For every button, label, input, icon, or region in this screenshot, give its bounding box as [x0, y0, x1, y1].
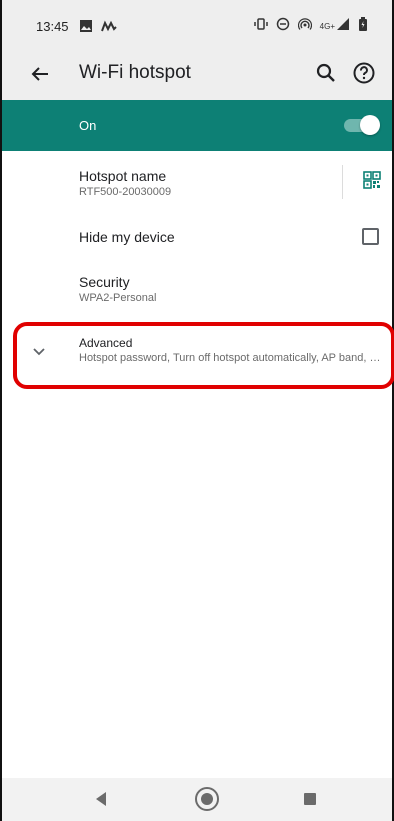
nav-back-icon[interactable]: [94, 791, 108, 807]
status-bar: 13:45 4G+: [2, 0, 392, 48]
help-icon[interactable]: [352, 61, 376, 85]
security-value: WPA2-Personal: [79, 292, 157, 304]
advanced-title: Advanced: [79, 336, 133, 350]
app-bar: Wi-Fi hotspot: [2, 48, 392, 100]
page-title: Wi-Fi hotspot: [79, 62, 191, 83]
security-title: Security: [79, 274, 130, 290]
advanced-summary: Hotspot password, Turn off hotspot autom…: [79, 352, 383, 364]
hotspot-toggle[interactable]: [344, 114, 380, 136]
do-not-disturb-icon: [276, 17, 289, 31]
hotspot-icon: [297, 18, 312, 30]
qr-code-icon[interactable]: [362, 170, 382, 190]
hide-device-setting[interactable]: Hide my device: [2, 213, 392, 259]
hotspot-master-switch[interactable]: On: [2, 100, 392, 151]
vibrate-icon: [253, 18, 268, 30]
status-time: 13:45: [36, 19, 69, 34]
battery-icon: [359, 17, 367, 31]
hotspot-name-title: Hotspot name: [79, 168, 167, 184]
hide-device-checkbox[interactable]: [362, 228, 379, 245]
nav-home-icon[interactable]: [194, 786, 220, 812]
back-arrow-icon[interactable]: [28, 62, 52, 86]
hide-device-title: Hide my device: [79, 229, 175, 245]
system-navigation-bar: [2, 778, 392, 821]
chevron-down-icon: [33, 348, 45, 356]
signal-icon: [337, 18, 349, 30]
app-notification-icon: [101, 20, 117, 32]
vertical-divider: [342, 165, 343, 199]
master-switch-label: On: [79, 118, 97, 133]
search-icon[interactable]: [315, 62, 337, 84]
advanced-setting[interactable]: Advanced Hotspot password, Turn off hots…: [2, 322, 392, 388]
nav-recents-icon[interactable]: [304, 793, 316, 805]
hotspot-name-value: RTF500-20030009: [79, 186, 172, 198]
image-icon: [80, 20, 92, 32]
toggle-thumb: [360, 115, 380, 135]
hotspot-name-setting[interactable]: Hotspot name RTF500-20030009: [2, 151, 392, 213]
phone-screen: 13:45 4G+ Wi-Fi hotspot On Hotspot name …: [0, 0, 394, 821]
security-setting[interactable]: Security WPA2-Personal: [2, 262, 392, 322]
network-4g-icon: 4G+: [319, 22, 335, 31]
